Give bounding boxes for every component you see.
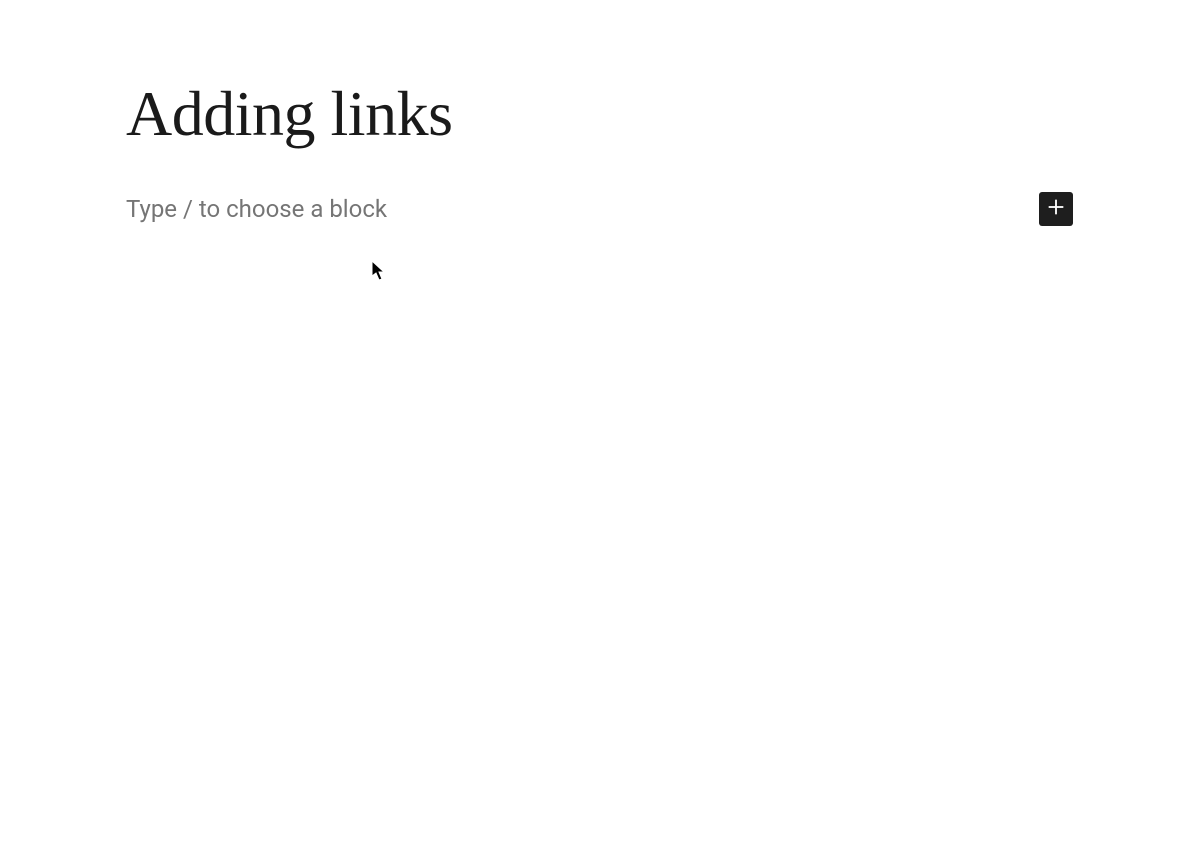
add-block-button[interactable] [1039,192,1073,226]
block-placeholder[interactable]: Type / to choose a block [126,191,1023,227]
editor-canvas: Adding links Type / to choose a block [0,0,1199,227]
empty-block-row: Type / to choose a block [126,191,1073,227]
post-title[interactable]: Adding links [126,76,1073,153]
plus-icon [1045,196,1067,221]
mouse-cursor [371,260,387,282]
